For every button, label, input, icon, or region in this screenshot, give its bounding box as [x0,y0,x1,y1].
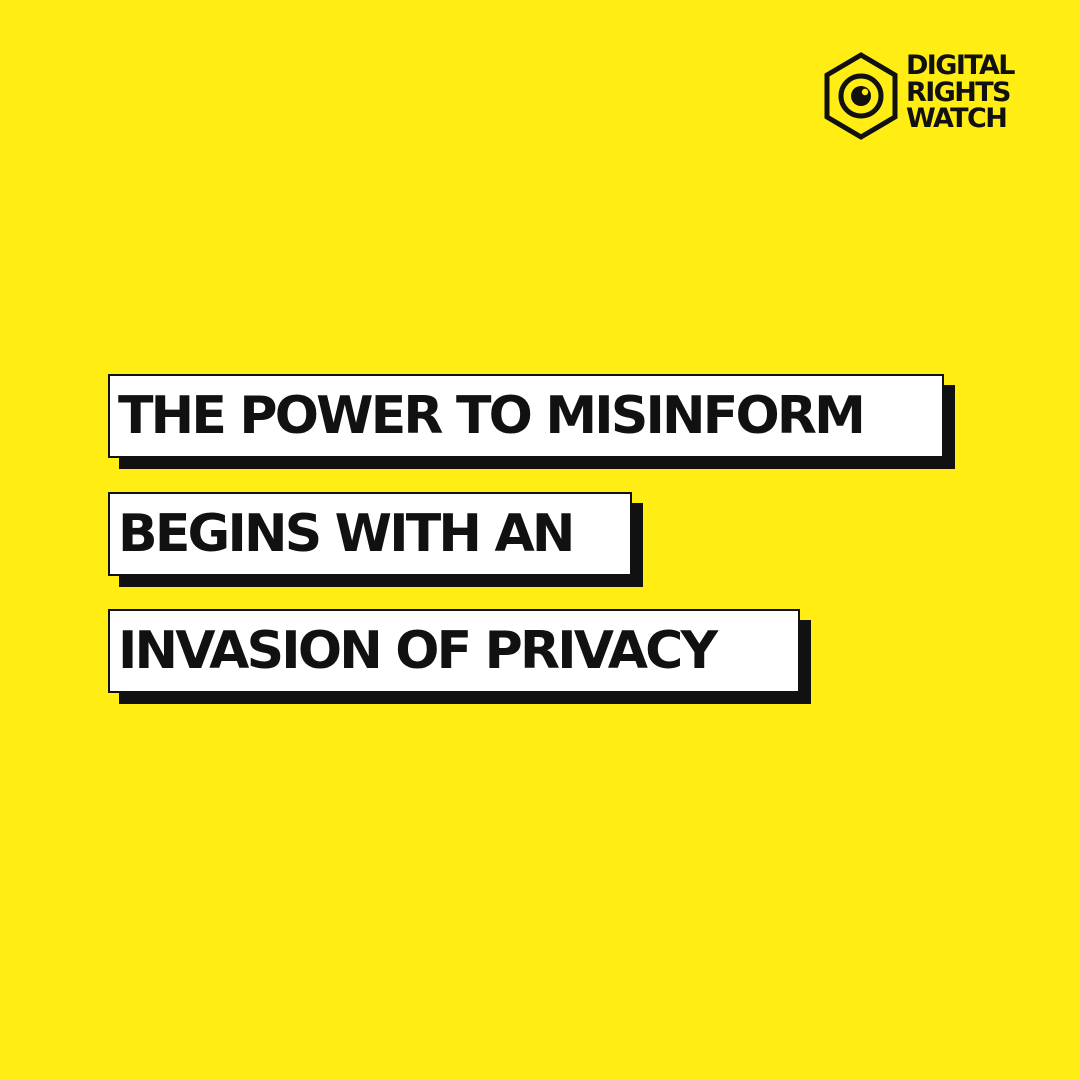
logo-line-digital: DIGITAL [906,50,1015,81]
eye-hexagon-icon [824,52,898,140]
headline-line-3: INVASION OF PRIVACY [108,609,811,704]
headline-line-2: BEGINS WITH AN [108,492,643,587]
headline-line-text: THE POWER TO MISINFORM [118,386,866,446]
logo: DIGITAL RIGHTS WATCH [823,52,1038,140]
logo-wordmark: DIGITAL RIGHTS WATCH [906,50,1015,134]
headline-line-text: BEGINS WITH AN [118,504,575,564]
headline-line-text: INVASION OF PRIVACY [118,621,718,681]
headline-line-1: THE POWER TO MISINFORM [108,374,955,469]
logo-line-watch: WATCH [906,103,1008,134]
